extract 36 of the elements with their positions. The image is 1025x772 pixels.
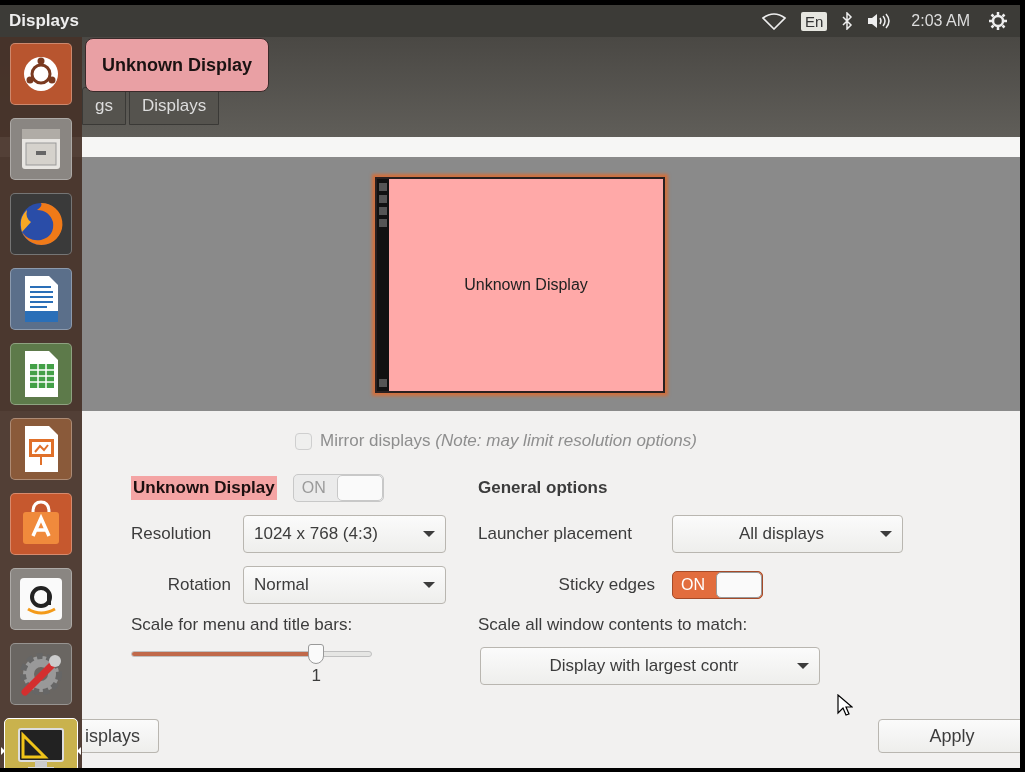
display-name: Unknown Display (131, 476, 277, 500)
field-label: Resolution (131, 524, 213, 544)
button[interactable]: Apply (878, 719, 1020, 753)
field-label: Sticky edges (557, 575, 655, 595)
launcher-item[interactable] (10, 193, 72, 255)
launcher-item[interactable] (4, 718, 78, 768)
language-indicator[interactable]: En (800, 11, 828, 31)
field-label: Scale all window contents to match: (478, 615, 749, 635)
slider-value: 1 (311, 666, 322, 686)
monitor-preview[interactable]: Unknown Display (375, 177, 665, 393)
slider[interactable] (131, 643, 372, 665)
caret-icon (880, 531, 892, 537)
checkbox-label: Mirror displays (Note: may limit resolution options) (320, 431, 697, 451)
dropdown[interactable]: All displays (672, 515, 903, 553)
field-label: Launcher placement (478, 524, 634, 544)
cursor-icon (837, 694, 853, 716)
wifi-icon (760, 12, 787, 30)
dropdown[interactable]: Normal (243, 566, 446, 604)
dropdown[interactable]: 1024 x 768 (4:3) (243, 515, 446, 553)
bluetooth-icon (841, 12, 854, 30)
caret-icon (423, 582, 435, 588)
launcher-item[interactable] (10, 568, 72, 630)
clock[interactable]: 2:03 AM (911, 12, 970, 30)
launcher-item[interactable] (10, 43, 72, 105)
button[interactable]: isplays (82, 719, 159, 753)
monitor-label: Unknown Display (463, 276, 589, 294)
field-label: Scale for menu and title bars: (131, 615, 354, 635)
field-label: Rotation (166, 575, 231, 595)
slider-thumb[interactable] (308, 644, 324, 664)
window-title: Displays (9, 11, 80, 31)
section-heading: General options (478, 477, 609, 499)
power-gear-icon (988, 11, 1008, 31)
tooltip: Unknown Display (85, 38, 270, 92)
caret-icon (423, 531, 435, 537)
caret-icon (797, 663, 809, 669)
dropdown[interactable]: Display with largest contr (480, 647, 820, 685)
